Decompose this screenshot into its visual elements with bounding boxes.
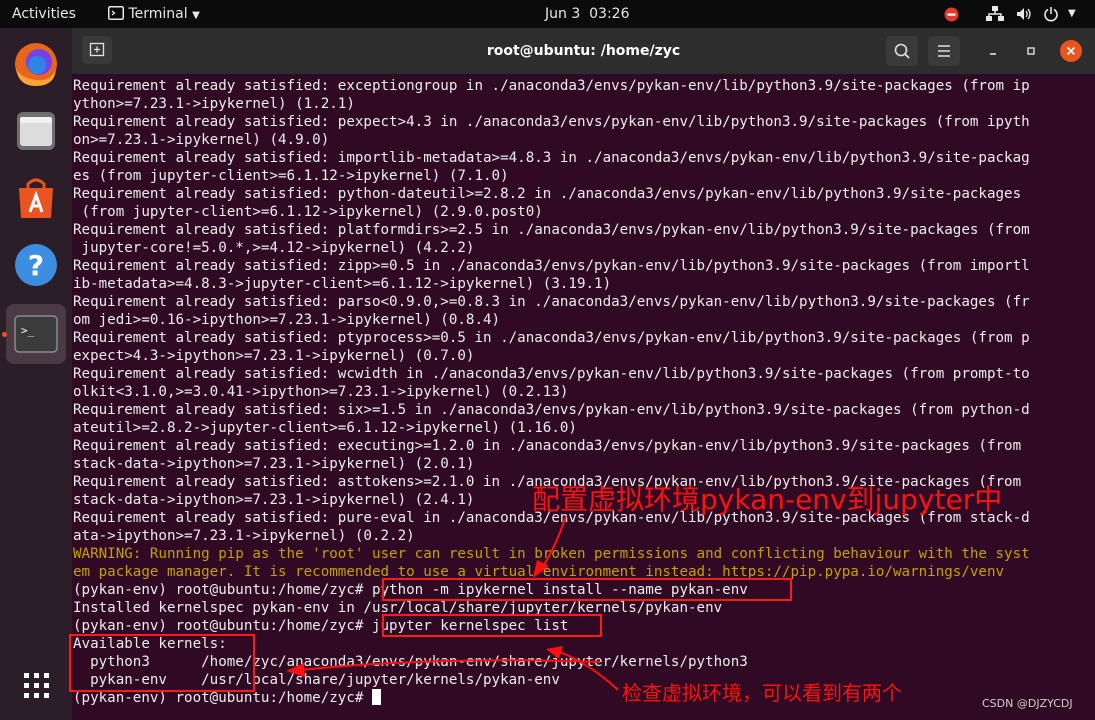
- search-button[interactable]: [886, 36, 918, 66]
- power-icon[interactable]: [1043, 6, 1059, 22]
- output-line: ateutil>=2.8.2->jupyter-client>=6.1.12->…: [73, 420, 577, 436]
- highlight-list-command: [382, 614, 602, 637]
- dock-ubuntu-software[interactable]: [6, 168, 66, 228]
- output-line: Requirement already satisfied: ptyproces…: [73, 330, 1030, 346]
- annotation-top: 配置虚拟环境pykan-env到jupyter中: [532, 483, 1003, 516]
- output-line: om jedi>=0.16->ipython>=7.23.1->ipykerne…: [73, 312, 501, 328]
- clock[interactable]: Jun 3 03:26: [545, 0, 630, 28]
- network-icon[interactable]: [986, 6, 1004, 22]
- chevron-down-icon: ▼: [192, 10, 200, 21]
- search-icon: [894, 43, 910, 59]
- running-indicator: [2, 332, 7, 337]
- output-line: ib-metadata>=4.8.3->jupyter-client>=6.1.…: [73, 276, 612, 292]
- output-line: Requirement already satisfied: platformd…: [73, 222, 1030, 238]
- output-line: Requirement already satisfied: python-da…: [73, 186, 1022, 202]
- output-line: Requirement already satisfied: pexpect>4…: [73, 114, 1030, 130]
- svg-text:?: ?: [28, 249, 44, 282]
- date-label: Jun 3: [545, 6, 581, 22]
- maximize-button[interactable]: [1020, 40, 1042, 62]
- do-not-disturb-icon[interactable]: [944, 7, 959, 22]
- close-button[interactable]: [1060, 40, 1082, 62]
- software-store-icon: [19, 178, 53, 218]
- highlight-kernel-list: [69, 634, 255, 692]
- output-line: Requirement already satisfied: six>=1.5 …: [73, 402, 1030, 418]
- output-line: es (from jupyter-client>=6.1.12->ipykern…: [73, 168, 509, 184]
- output-line: Requirement already satisfied: exception…: [73, 78, 1030, 94]
- output-line: Requirement already satisfied: zipp>=0.5…: [73, 258, 1030, 274]
- dock-terminal[interactable]: >_: [6, 304, 66, 364]
- output-line: Requirement already satisfied: parso<0.9…: [73, 294, 1030, 310]
- apps-grid-icon: [24, 673, 49, 698]
- annotation-bottom: 检查虚拟环境，可以看到有两个: [622, 681, 902, 705]
- volume-icon[interactable]: [1016, 6, 1032, 22]
- activities-button[interactable]: Activities: [12, 0, 76, 28]
- menu-button[interactable]: [928, 36, 960, 66]
- output-line: on>=7.23.1->ipykernel) (4.9.0): [73, 132, 330, 148]
- minimize-icon: [990, 53, 996, 55]
- time-label: 03:26: [589, 6, 630, 22]
- files-icon: [17, 112, 55, 150]
- output-line: (from jupyter-client>=6.1.12->ipykernel)…: [73, 204, 543, 220]
- output-line: olkit<3.1.0,>=3.0.41->ipython>=7.23.1->i…: [73, 384, 569, 400]
- output-line: ython>=7.23.1->ipykernel) (1.2.1): [73, 96, 355, 112]
- dock: ? >_: [0, 28, 72, 720]
- output-line: Requirement already satisfied: importlib…: [73, 150, 1030, 166]
- top-bar: Activities Terminal ▼ Jun 3 03:26 ▼: [0, 0, 1095, 28]
- svg-text:>_: >_: [21, 324, 35, 337]
- terminal-cursor: [371, 689, 381, 705]
- hamburger-menu-icon: [938, 45, 950, 57]
- watermark: CSDN @DJZYCDJ: [982, 697, 1073, 710]
- output-line: ata->ipython>=7.23.1->ipykernel) (0.2.2): [73, 528, 415, 544]
- minimize-button[interactable]: [982, 40, 1004, 62]
- output-line: expect>4.3->ipython>=7.23.1->ipykernel) …: [73, 348, 475, 364]
- app-menu[interactable]: Terminal ▼: [108, 0, 200, 28]
- output-line: Requirement already satisfied: executing…: [73, 438, 1022, 454]
- app-menu-label: Terminal: [128, 6, 188, 22]
- terminal-icon: >_: [14, 315, 58, 353]
- output-line: jupyter-core!=5.0.*,>=4.12->ipykernel) (…: [73, 240, 475, 256]
- output-line: stack-data->ipython>=7.23.1->ipykernel) …: [73, 456, 475, 472]
- help-icon: ?: [15, 244, 57, 286]
- dock-firefox[interactable]: [6, 34, 66, 94]
- maximize-icon: [1027, 47, 1035, 55]
- output-line: Requirement already satisfied: wcwidth i…: [73, 366, 1030, 382]
- dock-help[interactable]: ?: [6, 235, 66, 295]
- warning-line: WARNING: Running pip as the 'root' user …: [73, 546, 1030, 562]
- system-menu-chevron-icon[interactable]: ▼: [1068, 0, 1076, 28]
- terminal-titlebar: root@ubuntu: /home/zyc: [72, 28, 1095, 74]
- close-icon: [1066, 46, 1076, 56]
- terminal-app-icon: [108, 6, 124, 20]
- firefox-icon: [15, 43, 57, 86]
- show-applications-button[interactable]: [6, 656, 66, 716]
- dock-files[interactable]: [6, 101, 66, 161]
- terminal-lines: Requirement already satisfied: exception…: [73, 77, 1093, 707]
- highlight-install-command: [382, 578, 792, 601]
